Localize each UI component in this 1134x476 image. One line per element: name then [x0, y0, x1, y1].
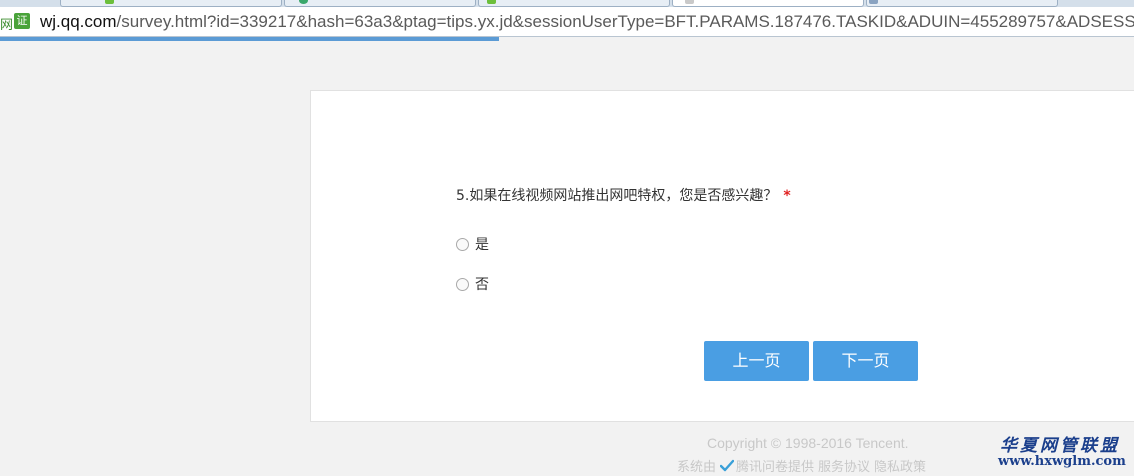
radio-button-no[interactable]: [456, 277, 469, 291]
page-load-progress-fill: [0, 37, 499, 41]
check-icon: [720, 459, 735, 472]
watermark-url: www.hxwglm.com: [998, 454, 1126, 469]
watermark-logo-text: 华夏网管联盟: [1000, 436, 1120, 456]
footer-links: 系统由 腾讯问卷提供 服务协议 隐私政策: [677, 456, 926, 475]
browser-tab[interactable]: [60, 0, 282, 7]
browser-tab[interactable]: [866, 0, 1058, 7]
browser-tab[interactable]: [478, 0, 670, 7]
copyright-text: Copyright © 1998-2016 Tencent.: [707, 435, 909, 451]
refresh-site-icon: [299, 0, 308, 4]
option-no-label[interactable]: 否: [475, 274, 489, 294]
prev-page-button[interactable]: 上一页: [704, 341, 809, 381]
browser-tab-active[interactable]: [672, 0, 864, 7]
page-icon: [685, 0, 694, 4]
site-icon: [105, 0, 114, 4]
page-icon: [869, 0, 878, 4]
survey-card: 5.如果在线视频网站推出网吧特权，您是否感兴趣？ * 是 否 上一页 下一页: [310, 90, 1134, 422]
provider-link[interactable]: 腾讯问卷提供: [736, 456, 814, 475]
privacy-policy-link[interactable]: 隐私政策: [874, 456, 926, 475]
address-bar[interactable]: 网 证 wj.qq.com/survey.html?id=339217&hash…: [0, 7, 1134, 37]
certificate-icon[interactable]: 证: [14, 13, 30, 29]
question-text: 5.如果在线视频网站推出网吧特权，您是否感兴趣？: [456, 188, 778, 204]
site-label: 网: [0, 18, 14, 33]
required-mark: *: [783, 188, 791, 204]
page-load-progress: [0, 37, 1134, 43]
question-title: 5.如果在线视频网站推出网吧特权，您是否感兴趣？ *: [456, 185, 791, 205]
url-host: wj.qq.com: [40, 12, 117, 31]
url-path: /survey.html?id=339217&hash=63a3&ptag=ti…: [116, 12, 1134, 31]
system-by-text: 系统由: [677, 460, 717, 475]
url-text[interactable]: wj.qq.com/survey.html?id=339217&hash=63a…: [40, 12, 1134, 32]
tab-strip: [0, 0, 1134, 7]
option-yes[interactable]: 是: [456, 234, 489, 254]
site-icon: [487, 0, 496, 4]
service-agreement-link[interactable]: 服务协议: [818, 456, 870, 475]
browser-tab[interactable]: [284, 0, 476, 7]
next-page-button[interactable]: 下一页: [813, 341, 918, 381]
option-no[interactable]: 否: [456, 274, 489, 294]
radio-button-yes[interactable]: [456, 237, 469, 251]
option-yes-label[interactable]: 是: [475, 234, 489, 254]
